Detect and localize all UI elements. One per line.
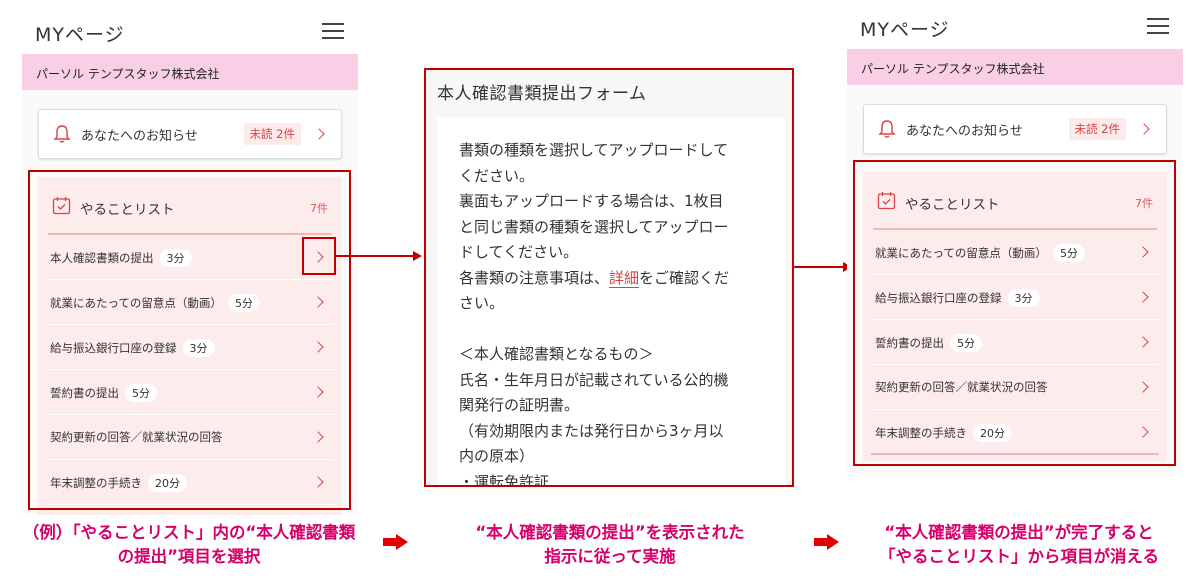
instruction-line: 書類の種類を選択してアップロードして [459,141,729,159]
hamburger-menu-icon[interactable] [1147,18,1169,36]
hamburger-menu-icon[interactable] [322,23,344,41]
notice-card[interactable]: あなたへのお知らせ 未読 2件 [38,109,342,159]
instruction-line: （有効期限内または発行日から3ヶ月以 [459,421,724,440]
form-instructions: 書類の種類を選択してアップロードして ください。 裏面もアップロードする場合は、… [459,138,779,487]
form-title: 本人確認書類提出フォーム [437,84,647,104]
highlight-todo-list [853,160,1176,466]
instruction-line: ください。 [459,166,535,185]
step-arrow-icon [814,534,840,550]
page-title: MYページ [860,19,950,41]
instruction-text: をご確認くだ [639,268,730,287]
chevron-right-icon [313,128,325,140]
section-heading: ＜本人確認書類となるもの＞ [459,345,654,363]
bell-icon [878,120,896,138]
notice-label: あなたへのお知らせ [81,129,198,144]
step-arrow-icon [383,534,409,550]
caption-line: 「やることリスト」から項目が消える [878,547,1159,566]
connector-arrow-line [794,266,844,268]
notice-label: あなたへのお知らせ [906,124,1023,139]
caption-line: 指示に従って実施 [544,547,676,566]
instruction-line: ・運転免許証 [459,472,550,487]
instruction-line: 裏面もアップロードする場合は、1枚目 [459,192,724,210]
caption-line: の提出”項目を選択 [117,547,261,566]
connector-arrow-line [336,255,414,257]
instruction-line: さい。 [459,294,505,312]
instruction-text: 各書類の注意事項は、 [459,268,610,287]
company-banner: パーソル テンプスタッフ株式会社 [22,54,358,90]
unread-badge: 未読 2件 [1068,118,1126,140]
app-header: MYページ [22,10,358,54]
bell-icon [53,125,71,143]
company-banner: パーソル テンプスタッフ株式会社 [847,49,1183,85]
caption-step-1: （例）「やることリスト」内の“本人確認書類 の提出”項目を選択 [4,521,374,569]
notice-card[interactable]: あなたへのお知らせ 未読 2件 [863,104,1167,154]
instruction-line: 内の原本） [459,447,535,465]
caption-step-2: “本人確認書類の提出”を表示された 指示に従って実施 [425,521,795,569]
instruction-line: 氏名・生年月日が記載されている公的機 [459,370,729,389]
caption-line: （例）「やることリスト」内の“本人確認書類 [22,523,356,542]
identity-doc-form: 本人確認書類提出フォーム 書類の種類を選択してアップロードして ください。 裏面… [424,68,794,487]
caption-step-3: “本人確認書類の提出”が完了すると 「やることリスト」から項目が消える [843,521,1195,569]
unread-badge: 未読 2件 [243,123,301,145]
instruction-line: ドしてください。 [459,243,579,261]
instruction-line: 各書類の注意事項は、詳細をご確認くだ [459,266,779,292]
arrow-head-icon [413,251,422,261]
instruction-line: 関発行の証明書。 [459,396,580,414]
highlight-todo-list [28,170,351,510]
highlight-chevron [302,237,336,275]
caption-line: “本人確認書類の提出”が完了すると [884,523,1154,542]
instruction-line: と同じ書類の種類を選択してアップロー [459,217,729,236]
chevron-right-icon [1138,123,1150,135]
caption-line: “本人確認書類の提出”を表示された [475,523,745,542]
app-header: MYページ [847,5,1183,49]
page-title: MYページ [35,24,125,46]
form-body: 書類の種類を選択してアップロードして ください。 裏面もアップロードする場合は、… [437,117,785,487]
details-link[interactable]: 詳細 [609,268,640,288]
